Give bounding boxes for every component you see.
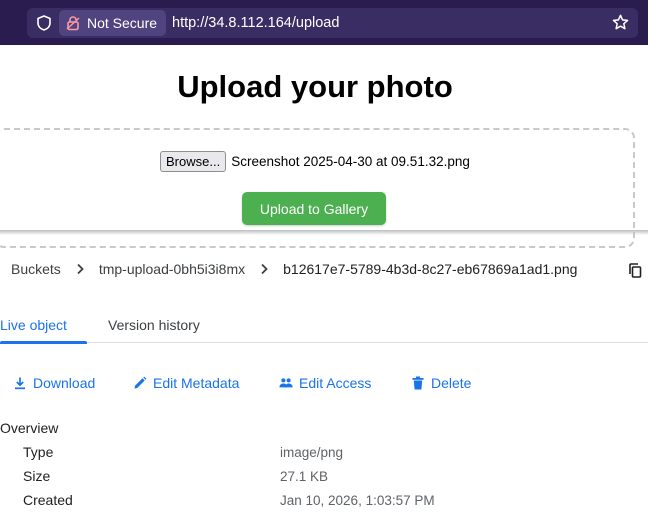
bookmark-star-icon[interactable]	[611, 13, 630, 32]
pencil-icon	[134, 376, 147, 389]
property-label-created: Created	[23, 492, 73, 508]
upload-page: Upload your photo Browse... Screenshot 2…	[0, 45, 648, 248]
edit-access-label: Edit Access	[299, 375, 372, 391]
not-secure-indicator[interactable]: Not Secure	[59, 10, 167, 36]
breadcrumb-buckets[interactable]: Buckets	[11, 261, 61, 277]
trash-icon	[412, 376, 424, 390]
object-tabs: Live object Version history	[0, 317, 648, 344]
screenshot-divider	[0, 230, 648, 235]
upload-to-gallery-button[interactable]: Upload to Gallery	[242, 192, 386, 225]
broken-lock-icon	[66, 16, 80, 31]
browse-button[interactable]: Browse...	[160, 151, 227, 172]
download-button[interactable]: Download	[13, 375, 95, 391]
delete-button[interactable]: Delete	[411, 375, 471, 391]
download-icon	[15, 377, 25, 390]
file-picker: Browse... Screenshot 2025-04-30 at 09.51…	[160, 151, 470, 172]
address-bar[interactable]: Not Secure http://34.8.112.164/upload	[27, 8, 638, 38]
chevron-right-icon	[77, 263, 84, 275]
tab-version-history[interactable]: Version history	[108, 317, 200, 343]
property-value-created: Jan 10, 2026, 1:03:57 PM	[280, 493, 435, 508]
breadcrumb-bucket[interactable]: tmp-upload-0bh5i3i8mx	[99, 261, 245, 277]
edit-access-button[interactable]: Edit Access	[279, 375, 371, 391]
shield-icon[interactable]	[35, 14, 53, 32]
browser-toolbar: Not Secure http://34.8.112.164/upload	[0, 0, 648, 45]
property-value-type: image/png	[280, 445, 344, 460]
copy-icon[interactable]	[628, 263, 642, 278]
download-label: Download	[33, 375, 96, 391]
overview-heading: Overview	[0, 420, 59, 436]
property-label-size: Size	[23, 468, 51, 484]
chevron-right-icon	[261, 263, 268, 275]
security-label: Not Secure	[87, 15, 158, 31]
tab-live-object[interactable]: Live object	[0, 317, 87, 344]
property-label-type: Type	[23, 444, 54, 460]
breadcrumb: Buckets tmp-upload-0bh5i3i8mx b12617e7-5…	[11, 260, 577, 278]
property-value-size: 27.1 KB	[280, 469, 329, 484]
selected-file-name: Screenshot 2025-04-30 at 09.51.32.png	[231, 154, 470, 169]
page-title: Upload your photo	[177, 69, 453, 104]
edit-metadata-label: Edit Metadata	[153, 375, 240, 391]
edit-metadata-button[interactable]: Edit Metadata	[133, 375, 239, 391]
delete-label: Delete	[431, 375, 472, 391]
url-text[interactable]: http://34.8.112.164/upload	[172, 15, 339, 31]
breadcrumb-object: b12617e7-5789-4b3d-8c27-eb67869a1ad1.png	[283, 261, 578, 277]
people-icon	[279, 378, 293, 388]
